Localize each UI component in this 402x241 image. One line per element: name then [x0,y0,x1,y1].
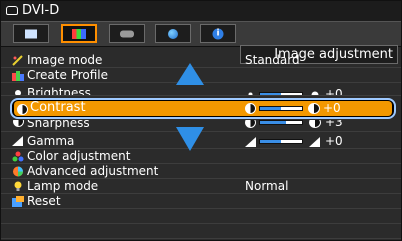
input-source-icon [6,6,18,15]
info-icon: i [212,28,224,39]
contrast-slider[interactable]: +0 [245,101,395,115]
menu-item-lamp-mode[interactable]: Lamp mode Normal [1,179,401,194]
screen-icon [25,29,37,38]
menu-item-contrast[interactable]: Contrast +0 [10,98,396,119]
slider-track [259,92,303,95]
slider-value: +0 [325,134,343,148]
tab-picture[interactable] [13,24,49,43]
lamp-bulb-icon [14,181,22,191]
menu-item-value: Normal [245,179,289,193]
contrast-icon [17,104,28,115]
color-bars-icon [72,28,86,39]
menu-item-label: Color adjustment [27,149,131,163]
menu-item-label: Brightness [27,86,91,96]
slider-value: +3 [325,120,343,129]
sharpness-low-icon [245,120,256,128]
slider-track [259,139,303,144]
slider-value: +0 [323,101,341,115]
slider-fill [260,121,287,124]
reset-icon [12,196,24,207]
menu-item-label: Sharpness [27,120,90,130]
brightness-slider[interactable]: +0 [245,87,395,96]
image-mode-icon [12,55,23,66]
gamma-slider[interactable]: +0 [245,134,395,148]
color-wheel-icon [13,166,23,177]
sun-icon [15,90,21,95]
sharpness-slider[interactable]: +3 [245,120,395,129]
sharpness-high-icon [309,120,321,128]
gamma-high-icon [309,137,321,148]
menu-item-label: Advanced adjustment [27,164,159,178]
gamma-icon [12,136,24,147]
input-source-title: DVI-D [22,3,60,18]
tab-network[interactable] [155,24,191,43]
menu-item-label: Lamp mode [27,179,99,193]
menu-item-value: Standard [245,53,300,67]
slider-track [259,106,303,111]
menu-item-reset[interactable]: Reset [1,194,401,209]
tab-color[interactable] [61,24,97,43]
slider-fill [260,107,281,110]
menu-item-label: Reset [27,194,61,208]
menu-item-label: Contrast [30,100,86,115]
color-dots-icon [12,151,24,162]
menu-tabs: i Image adjustment [1,22,401,64]
menu-item-label: Gamma [27,134,75,148]
sun-large-icon [311,91,319,95]
slider-fill [260,93,281,95]
gamma-low-icon [245,137,256,147]
tab-info[interactable]: i [200,24,236,43]
title-bar: DVI-D [1,1,401,22]
empty-row [1,209,401,224]
globe-icon [168,28,178,39]
menu-item-label: Create Profile [27,68,108,82]
slider-track [259,120,303,125]
empty-row [1,224,401,239]
slider-value: +0 [325,87,343,96]
projector-osd-menu: DVI-D i Image adjustment Image mode Stan… [0,0,402,241]
menu-item-color-adjustment[interactable]: Color adjustment [1,149,401,164]
create-profile-icon [12,71,24,81]
slider-fill [260,140,281,143]
scroll-up-arrow-icon[interactable] [176,63,204,85]
sharpness-icon [13,120,24,127]
scroll-down-arrow-icon[interactable] [176,127,204,151]
gamepad-icon [120,30,134,37]
menu-item-label: Image mode [27,53,103,67]
contrast-high-icon [308,103,320,114]
contrast-low-icon [245,103,256,114]
menu-item-advanced-adjustment[interactable]: Advanced adjustment [1,164,401,179]
tab-setup[interactable] [109,24,145,43]
sun-small-icon [248,92,253,95]
